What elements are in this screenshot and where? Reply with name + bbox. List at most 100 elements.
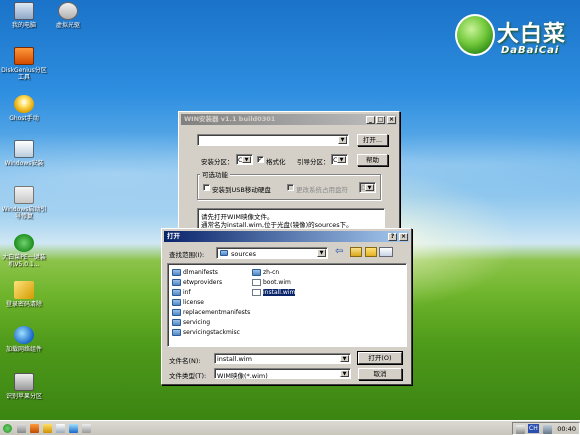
chevron-down-icon[interactable]: ▼	[317, 249, 326, 257]
file-name: etwproviders	[183, 279, 223, 286]
close-button[interactable]: ×	[387, 116, 396, 124]
desktop-icon-label: 登录密码清除	[5, 301, 42, 308]
file-list-item[interactable]: inf	[172, 288, 191, 297]
close-button[interactable]: ×	[399, 233, 408, 241]
desktop-icon-my-computer[interactable]: 我的电脑	[1, 2, 47, 29]
chevron-down-icon[interactable]: ▼	[365, 184, 374, 191]
filename-input[interactable]: install.wim ▼	[214, 353, 351, 364]
filename-value: install.wim	[217, 355, 252, 363]
install-partition-select[interactable]: C ▼	[236, 154, 253, 165]
desktop: 我的电脑 虚拟光驱 DiskGenius分区工具 Ghost手动 Windows…	[0, 0, 580, 420]
file-list-item[interactable]: servicingstackmisc	[172, 328, 240, 337]
format-checkbox[interactable]: ✓	[257, 156, 264, 163]
win-installer-window: WIN安装器 v1.1 build0301 _ □ × ▼ 打开... 安装分区…	[178, 111, 400, 234]
chevron-down-icon[interactable]: ▼	[340, 370, 349, 377]
file-list-item-selected[interactable]: install.wim	[252, 288, 296, 297]
file-list-item[interactable]: license	[172, 298, 204, 307]
file-name: inf	[183, 289, 191, 296]
cancel-button[interactable]: 取消	[358, 368, 402, 380]
quick-launch-drive-icon[interactable]	[82, 424, 91, 433]
desktop-icon-network[interactable]: 加载网络组件	[1, 326, 47, 353]
file-name: boot.wim	[263, 279, 291, 286]
desktop-icon-diskgenius[interactable]: DiskGenius分区工具	[1, 47, 47, 81]
folder-icon	[172, 309, 181, 316]
desktop-icon-ghost[interactable]: Ghost手动	[1, 95, 47, 122]
help-question-button[interactable]: ?	[388, 233, 397, 241]
chevron-down-icon[interactable]: ▼	[340, 355, 349, 362]
desktop-icon-dabaicai-install[interactable]: 大白菜PE一键装机V5.0.1...	[1, 234, 47, 268]
new-folder-icon[interactable]	[365, 247, 377, 257]
chevron-down-icon[interactable]: ▼	[337, 156, 346, 163]
ime-indicator[interactable]: CH	[528, 424, 539, 433]
tray-device-icon[interactable]	[516, 425, 525, 434]
folder-icon	[172, 289, 181, 296]
folder-icon	[252, 269, 261, 276]
boot-partition-label: 引导分区：	[297, 158, 330, 166]
info-textarea[interactable]: 请先打开WIM映像文件。 通常名为install.wim,位于光盘(镜像)的so…	[197, 208, 385, 230]
boot-partition-select[interactable]: C ▼	[331, 154, 348, 165]
change-drive-checkbox[interactable]	[287, 184, 294, 191]
open-file-dialog: 打开 ? × 查找范围(I): sources ▼ ⇦ dlmanifests e…	[161, 228, 412, 385]
desktop-icon-boot-repair[interactable]: Windows启动引导修复	[1, 186, 47, 220]
virtual-drive-icon	[58, 2, 78, 20]
file-list[interactable]: dlmanifests etwproviders inf license replace…	[167, 263, 407, 347]
view-menu-icon[interactable]	[379, 247, 393, 257]
format-label: 格式化	[266, 158, 286, 166]
optional-features-title: 可选功能	[200, 169, 230, 179]
file-list-item[interactable]: boot.wim	[252, 278, 291, 287]
quick-launch-diskgenius-icon[interactable]	[30, 424, 39, 433]
drive-icon	[14, 373, 34, 391]
usb-install-checkbox[interactable]	[203, 184, 210, 191]
desktop-icon-apple-partition[interactable]: 识别苹果分区	[1, 373, 47, 400]
back-arrow-icon[interactable]: ⇦	[335, 246, 343, 257]
folder-icon	[172, 279, 181, 286]
file-list-item[interactable]: dlmanifests	[172, 268, 218, 277]
folder-icon	[220, 250, 228, 256]
minimize-button[interactable]: _	[366, 116, 375, 124]
taskbar: CH 00:40	[0, 420, 580, 435]
file-name: install.wim	[263, 289, 296, 296]
file-name: servicingstackmisc	[183, 329, 240, 336]
open-wim-button[interactable]: 打开...	[357, 134, 388, 146]
file-name: dlmanifests	[183, 269, 218, 276]
desktop-icon-password-reset[interactable]: 登录密码清除	[1, 281, 47, 308]
logo-chinese-text: 大白菜	[497, 22, 567, 47]
quick-launch-windows-icon[interactable]	[56, 424, 65, 433]
chevron-down-icon[interactable]: ▼	[338, 136, 347, 144]
quick-launch-explorer-icon[interactable]	[69, 424, 78, 433]
tray-network-icon[interactable]	[543, 425, 552, 434]
quick-launch-ghost-icon[interactable]	[43, 424, 52, 433]
help-button[interactable]: 帮助	[357, 154, 388, 166]
file-list-item[interactable]: replacementmanifests	[172, 308, 250, 317]
file-list-item[interactable]: zh-cn	[252, 268, 279, 277]
file-list-item[interactable]: etwproviders	[172, 278, 222, 287]
desktop-icon-label: DiskGenius分区工具	[1, 67, 47, 81]
open-button[interactable]: 打开(O)	[357, 351, 403, 365]
installer-titlebar[interactable]: WIN安装器 v1.1 build0301 _ □ ×	[181, 114, 397, 125]
windows-install-icon	[14, 140, 34, 158]
up-folder-icon[interactable]	[350, 247, 362, 257]
desktop-icon-windows-install[interactable]: Windows安装	[1, 140, 47, 167]
installer-title: WIN安装器 v1.1 build0301	[184, 115, 276, 123]
start-icon[interactable]	[3, 424, 12, 433]
file-list-item[interactable]: servicing	[172, 318, 210, 327]
look-in-label: 查找范围(I):	[169, 251, 205, 259]
maximize-button[interactable]: □	[376, 116, 385, 124]
filetype-select[interactable]: WIM映像(*.wim) ▼	[214, 368, 351, 380]
file-name: license	[183, 299, 204, 306]
quick-launch-computer-icon[interactable]	[17, 424, 26, 433]
chevron-down-icon[interactable]: ▼	[242, 156, 251, 163]
ghost-icon	[14, 95, 34, 113]
desktop-icon-label: Windows启动引导修复	[1, 206, 47, 220]
cabbage-logo-icon	[455, 14, 495, 56]
file-icon	[252, 289, 261, 296]
desktop-icon-label: 大白菜PE一键装机V5.0.1...	[2, 254, 46, 268]
look-in-value: sources	[231, 250, 256, 258]
change-drive-label: 更改系统占用盘符	[296, 186, 348, 194]
look-in-select[interactable]: sources ▼	[216, 247, 328, 259]
wim-path-field[interactable]: ▼	[197, 134, 349, 146]
change-drive-select[interactable]: D ▼	[359, 182, 376, 193]
desktop-icon-virtual-drive[interactable]: 虚拟光驱	[45, 2, 91, 29]
install-partition-label: 安装分区：	[201, 158, 234, 166]
open-dialog-titlebar[interactable]: 打开 ? ×	[164, 231, 409, 242]
